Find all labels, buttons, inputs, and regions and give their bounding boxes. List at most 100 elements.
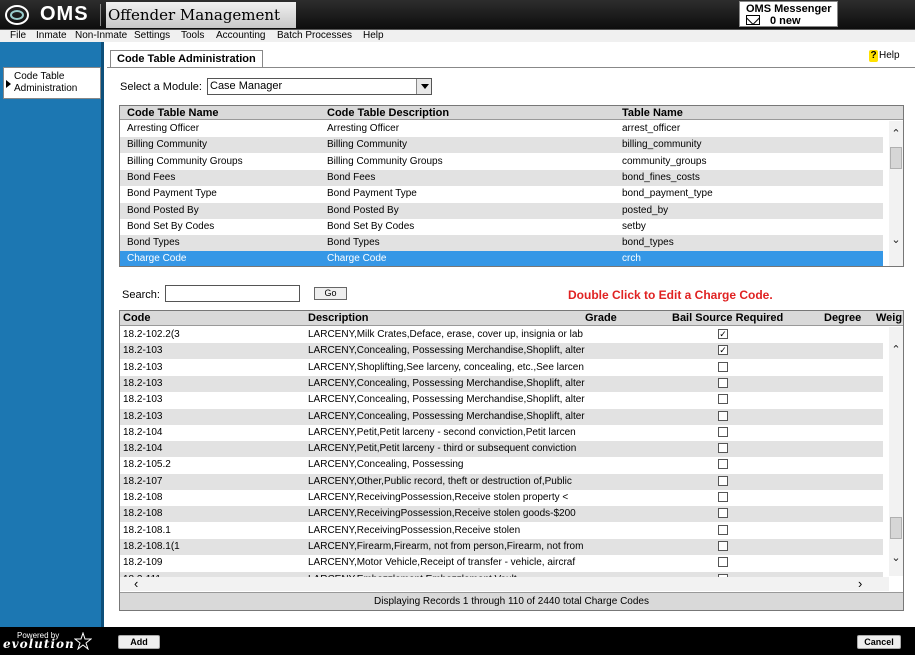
column-header-weight[interactable]: Weig [876,312,902,324]
menu-help[interactable]: Help [363,30,384,42]
bail-source-required-checkbox[interactable] [718,394,728,405]
scroll-down-icon[interactable]: ⌄ [891,553,901,564]
charge-code-cell: 18.2-103 [123,410,163,422]
code-table-row[interactable]: Bond Payment Type Bond Payment Type bond_p… [120,186,883,203]
charge-code-row[interactable]: 18.2-107 LARCENY,Other,Public record, the… [120,473,883,490]
scroll-up-icon[interactable]: ⌃ [891,345,901,356]
column-header-code[interactable]: Code [123,312,151,324]
app-title: Offender Management System [106,2,296,50]
column-header-grade[interactable]: Grade [585,312,617,324]
menu-accounting[interactable]: Accounting [216,30,265,42]
scroll-up-icon[interactable]: ⌃ [891,129,901,140]
bail-source-required-checkbox[interactable] [718,508,728,519]
charge-description-cell: LARCENY,Firearm,Firearm, not from person… [308,540,584,552]
charge-code-row[interactable]: 18.2-103 LARCENY,Concealing, Possessing M… [120,408,883,425]
charge-code-row[interactable]: 18.2-103 LARCENY,Concealing, Possessing M… [120,392,883,409]
code-table-name-cell: Bond Types [127,237,180,249]
code-table-row[interactable]: Bond Posted By Bond Posted By posted_by [120,202,883,219]
code-table-row[interactable]: Billing Community Billing Community billin… [120,137,883,154]
tab-code-table-administration[interactable]: Code Table Administration [110,50,263,67]
charge-code-row[interactable]: 18.2-103 LARCENY,Concealing, Possessing M… [120,343,883,360]
module-select[interactable]: Case Manager [207,78,432,95]
menu-settings[interactable]: Settings [134,30,170,42]
envelope-icon[interactable] [746,15,760,25]
sidebar: Code Table Administration [0,42,104,627]
column-header-description[interactable]: Description [308,312,369,324]
charge-code-row[interactable]: 18.2-109 LARCENY,Motor Vehicle,Receipt of… [120,555,883,572]
code-table-name-cell: Bond Fees [127,171,176,183]
scrollbar-thumb[interactable] [890,147,902,169]
code-table-description-cell: Bond Payment Type [327,188,417,200]
charge-description-cell: LARCENY,Concealing, Possessing Merchandi… [308,394,585,406]
code-table-row[interactable]: Bond Fees Bond Fees bond_fines_costs [120,169,883,186]
column-header-degree[interactable]: Degree [824,312,861,324]
charge-code-cell: 18.2-108.1(1 [123,540,180,552]
scroll-down-icon[interactable]: ⌄ [891,235,901,246]
bail-source-required-checkbox[interactable] [718,443,728,454]
menu-file[interactable]: File [10,30,26,42]
sidebar-item-code-table-administration[interactable]: Code Table Administration [3,67,101,99]
cancel-button[interactable]: Cancel [857,635,901,649]
column-header-code-table-name[interactable]: Code Table Name [127,107,219,119]
menu-non-inmate[interactable]: Non-Inmate [75,30,127,42]
charge-code-row[interactable]: 18.2-108.1 LARCENY,ReceivingPossession,Re… [120,522,883,539]
column-header-bail-source-required[interactable]: Bail Source Required [672,312,783,324]
bail-source-required-checkbox[interactable]: ✓ [718,329,728,339]
bail-source-required-checkbox[interactable] [718,492,728,502]
menu-inmate[interactable]: Inmate [36,30,67,42]
oms-messenger[interactable]: OMS Messenger 0 new [739,1,838,27]
code-table-row[interactable]: Billing Community Groups Billing Communit… [120,153,883,170]
code-table-name-cell: Bond Set By Codes [127,220,215,232]
code-table-description-cell: Arresting Officer [327,123,400,134]
bail-source-required-checkbox[interactable] [718,475,728,486]
table-name-cell: arrest_officer [622,123,681,134]
scroll-left-icon[interactable]: ‹ [134,577,138,590]
charge-code-cell: 18.2-104 [123,443,163,455]
charge-codes-horizontal-scrollbar[interactable]: ‹ › [120,577,889,591]
charge-code-row[interactable]: 18.2-103 LARCENY,Shoplifting,See larceny,… [120,359,883,376]
code-tables-scrollbar[interactable]: ⌃ ⌄ [889,121,903,266]
charge-code-row[interactable]: 18.2-104 LARCENY,Petit,Petit larceny - th… [120,441,883,458]
column-header-table-name[interactable]: Table Name [622,107,683,119]
bail-source-required-checkbox[interactable] [718,377,728,388]
help-link[interactable]: ? Help [869,50,900,62]
charge-description-cell: LARCENY,Concealing, Possessing Merchandi… [308,345,585,357]
bail-source-required-checkbox[interactable] [718,557,728,568]
bail-source-required-checkbox[interactable] [718,410,728,421]
column-header-code-table-description[interactable]: Code Table Description [327,107,449,119]
bail-source-required-checkbox[interactable]: ✓ [718,345,728,356]
go-button[interactable]: Go [314,287,347,300]
charge-code-cell: 18.2-108 [123,492,163,503]
bail-source-required-checkbox[interactable] [718,459,728,470]
scroll-right-icon[interactable]: › [858,577,862,590]
code-tables-grid: Code Table Name Code Table Description T… [119,105,904,267]
bail-source-required-checkbox[interactable] [718,361,728,372]
charge-code-row[interactable]: 18.2-108 LARCENY,ReceivingPossession,Rece… [120,490,883,506]
chevron-down-icon[interactable] [416,79,431,94]
code-table-row[interactable]: Charge Code Charge Code crch [120,251,883,266]
search-input[interactable] [165,285,300,302]
menu-tools[interactable]: Tools [181,30,204,42]
charge-code-row[interactable]: 18.2-102.2(3 LARCENY,Milk Crates,Deface, … [120,327,883,343]
charge-codes-scrollbar[interactable]: ⌃ ⌄ [889,327,903,576]
bail-source-required-checkbox[interactable] [718,540,728,551]
charge-code-row[interactable]: 18.2-108.1(1 LARCENY,Firearm,Firearm, not… [120,538,883,555]
charge-code-row[interactable]: 18.2-103 LARCENY,Concealing, Possessing M… [120,375,883,392]
menu-batch-processes[interactable]: Batch Processes [277,30,352,42]
code-table-row[interactable]: Bond Types Bond Types bond_types [120,235,883,252]
charge-code-row[interactable]: 18.2-108 LARCENY,ReceivingPossession,Rece… [120,506,883,523]
charge-code-row[interactable]: 18.2-104 LARCENY,Petit,Petit larceny - se… [120,424,883,441]
charge-code-cell: 18.2-102.2(3 [123,329,180,340]
code-table-description-cell: Bond Posted By [327,204,399,216]
module-selected-value: Case Manager [210,80,283,92]
menu-bar: File Inmate Non-Inmate Settings Tools Ac… [0,30,915,42]
charge-code-row[interactable]: 18.2-105.2 LARCENY,Concealing, Possessing [120,457,883,474]
bail-source-required-checkbox[interactable] [718,524,728,535]
code-table-row[interactable]: Bond Set By Codes Bond Set By Codes setby [120,218,883,235]
scrollbar-thumb[interactable] [890,517,902,539]
charge-description-cell: LARCENY,Concealing, Possessing Merchandi… [308,410,585,422]
add-button[interactable]: Add [118,635,160,649]
code-table-row[interactable]: Arresting Officer Arresting Officer arrest… [120,121,883,137]
bail-source-required-checkbox[interactable] [718,426,728,437]
table-name-cell: crch [622,253,641,265]
